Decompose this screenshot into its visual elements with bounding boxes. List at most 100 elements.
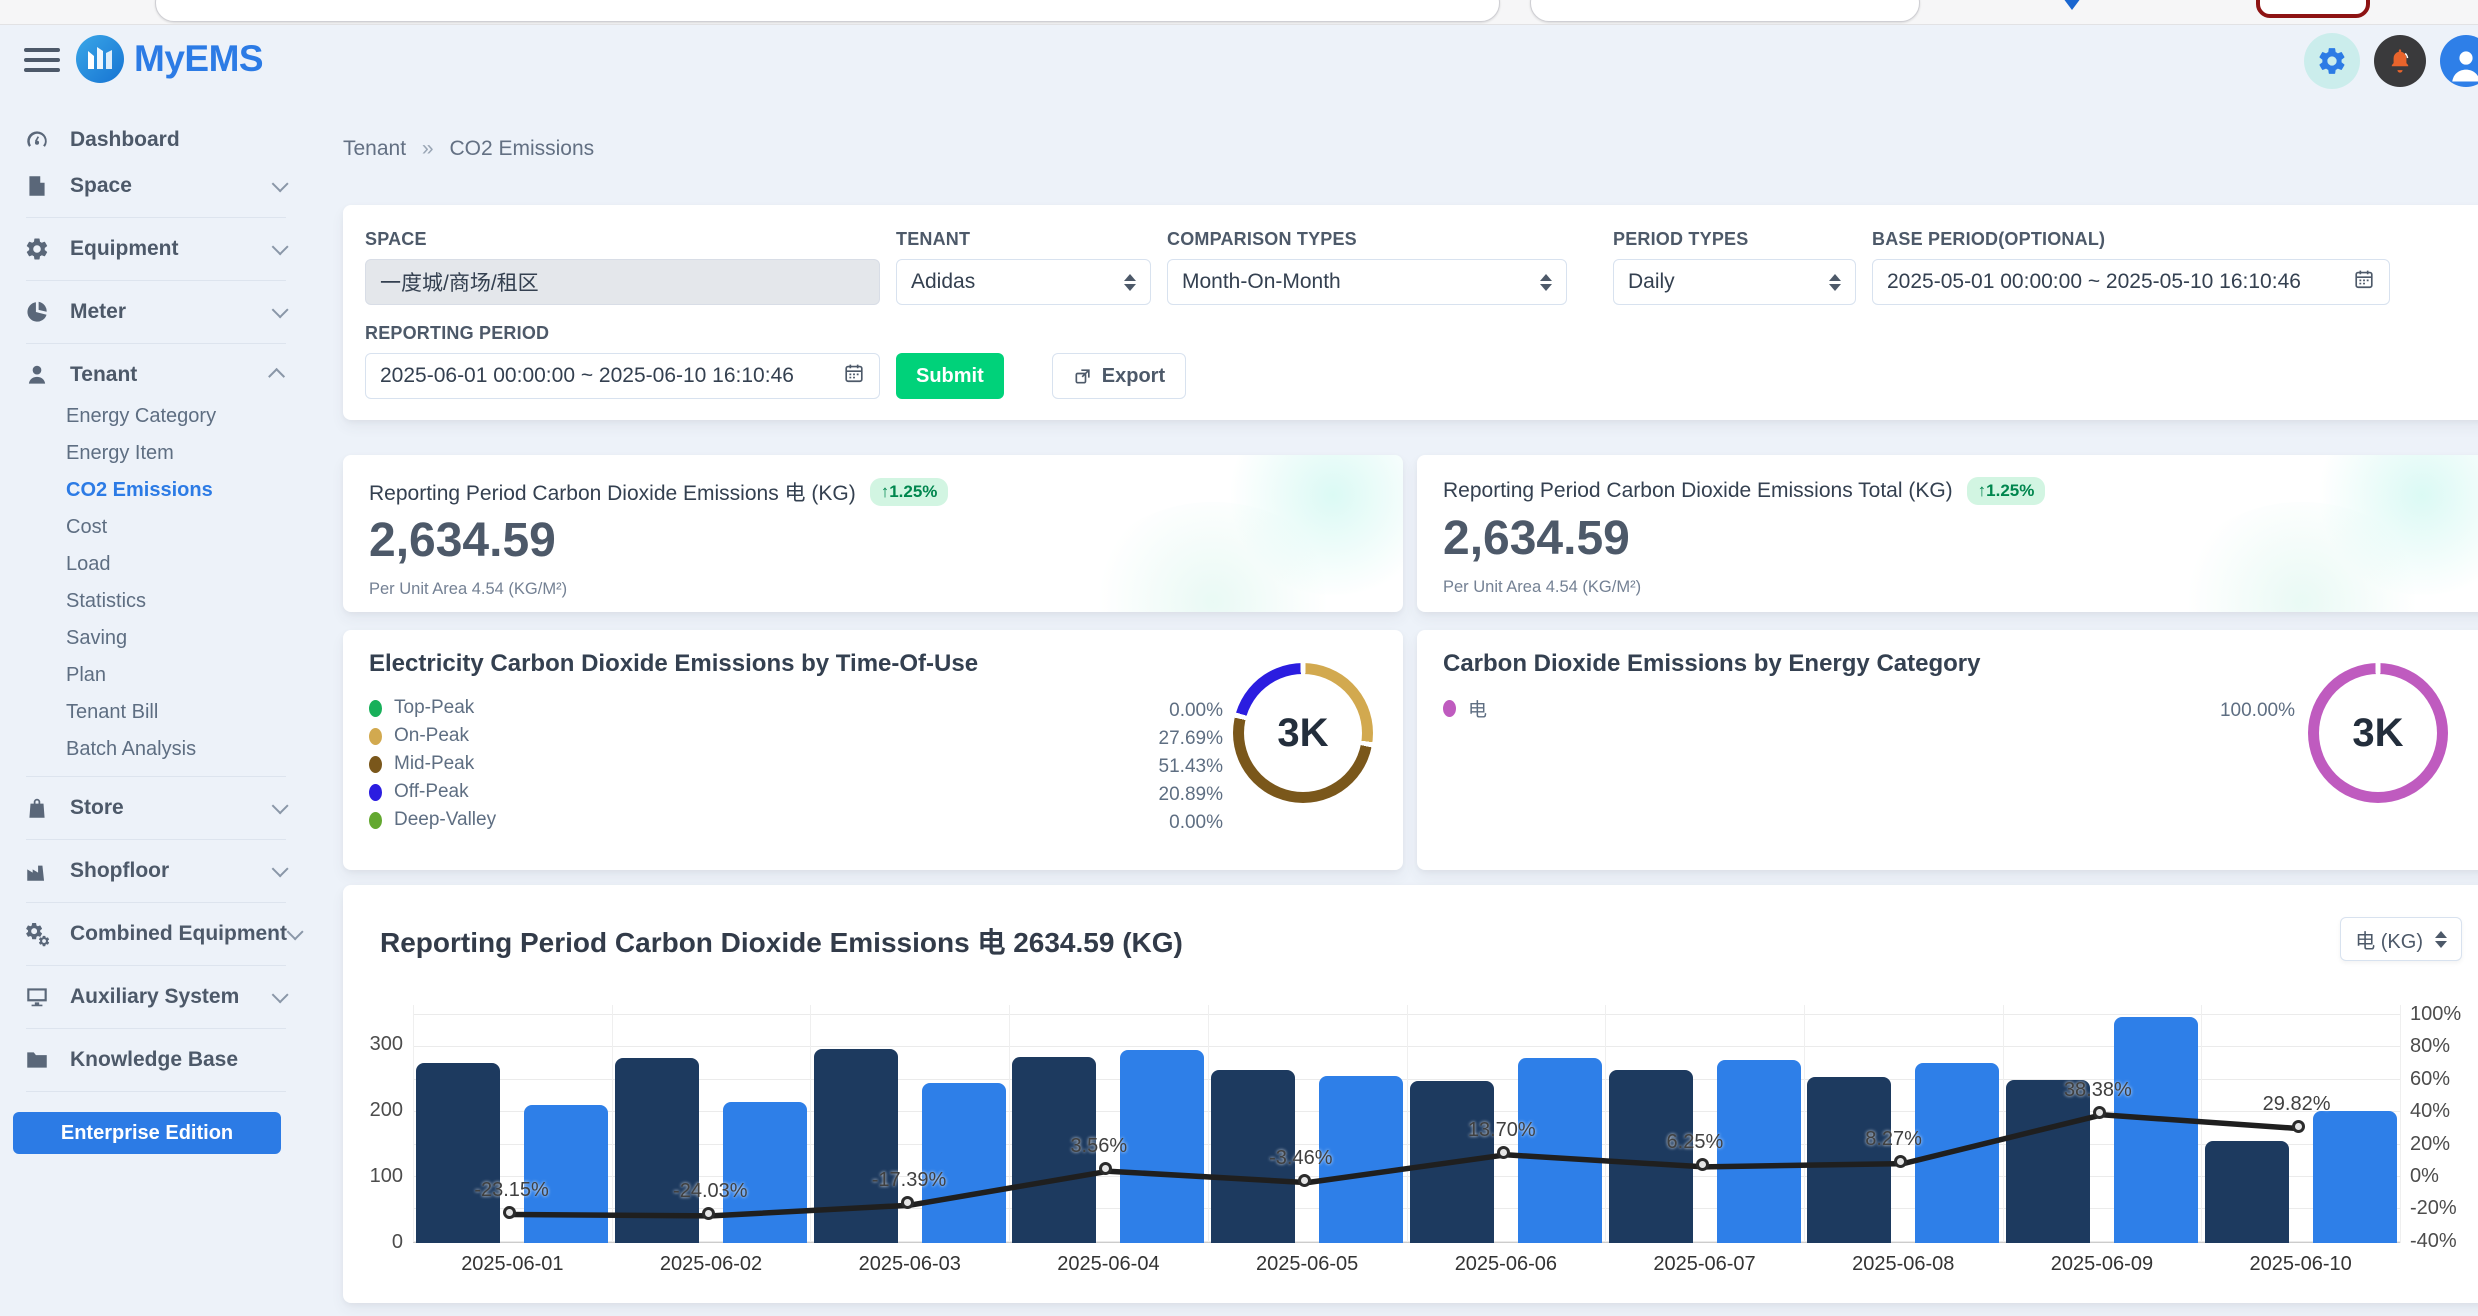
sidebar-divider — [26, 776, 286, 777]
period-types-select[interactable]: Daily — [1613, 259, 1856, 305]
brand-name: MyEMS — [134, 38, 263, 80]
sidebar-divider — [26, 1028, 286, 1029]
legend-percentage: 51.43% — [1103, 756, 1223, 778]
tou-card-title: Electricity Carbon Dioxide Emissions by … — [369, 650, 1377, 678]
right-axis-tick: -40% — [2410, 1230, 2478, 1253]
sidebar-item-combined-equipment[interactable]: Combined Equipment — [0, 911, 312, 957]
category-donut-center-label: 3K — [2308, 663, 2448, 803]
line-point-marker[interactable] — [901, 1196, 914, 1209]
browser-blue-icon[interactable] — [2060, 0, 2084, 10]
line-point-label: -3.46% — [1269, 1147, 1332, 1170]
base-period-input[interactable]: 2025-05-01 00:00:00 ~ 2025-05-10 16:10:4… — [1872, 259, 2390, 305]
sidebar-item-space[interactable]: Space — [0, 163, 312, 209]
tenant-select[interactable]: Adidas — [896, 259, 1151, 305]
tou-legend: Top-Peak On-PeakMid-PeakOff-PeakDeep-Vall… — [369, 694, 1377, 834]
hamburger-menu-icon[interactable] — [24, 48, 60, 74]
submit-button[interactable]: Submit — [896, 353, 1004, 399]
sidebar-subitem-load[interactable]: Load — [0, 546, 312, 583]
gears-icon — [24, 921, 54, 947]
line-point-marker[interactable] — [1298, 1174, 1311, 1187]
myems-logo-icon — [76, 35, 124, 83]
sidebar-item-label: Meter — [70, 300, 272, 324]
sidebar-item-label: Store — [70, 796, 272, 820]
legend-item[interactable]: Top-Peak — [369, 694, 1377, 722]
sidebar-item-tenant[interactable]: Tenant — [0, 352, 312, 398]
line-point-marker[interactable] — [1497, 1146, 1510, 1159]
bag-icon — [24, 795, 54, 821]
line-point-label: 13.70% — [1468, 1119, 1536, 1142]
legend-item[interactable]: Off-Peak — [369, 778, 1377, 806]
sidebar-item-meter[interactable]: Meter — [0, 289, 312, 335]
legend-label: Top-Peak — [394, 697, 474, 719]
right-axis-tick: 20% — [2410, 1133, 2478, 1156]
sidebar-subitem-tenant-bill[interactable]: Tenant Bill — [0, 694, 312, 731]
line-point-marker[interactable] — [2093, 1106, 2106, 1119]
sidebar-item-auxiliary-system[interactable]: Auxiliary System — [0, 974, 312, 1020]
sidebar-subitem-energy-item[interactable]: Energy Item — [0, 435, 312, 472]
sidebar-item-label: Tenant — [70, 363, 272, 387]
sidebar-item-dashboard[interactable]: Dashboard — [0, 117, 312, 163]
sidebar-subitem-saving[interactable]: Saving — [0, 620, 312, 657]
line-point-marker[interactable] — [2292, 1120, 2305, 1133]
breadcrumb-current: CO2 Emissions — [449, 137, 594, 160]
browser-address-bar[interactable] — [155, 0, 1500, 22]
brand[interactable]: MyEMS — [76, 35, 263, 83]
space-input[interactable]: 一度城/商场/租区 — [365, 259, 880, 305]
right-axis-tick: 100% — [2410, 1003, 2478, 1026]
sidebar-item-shopfloor[interactable]: Shopfloor — [0, 848, 312, 894]
notifications-button[interactable] — [2374, 35, 2426, 87]
sidebar-item-knowledge-base[interactable]: Knowledge Base — [0, 1037, 312, 1083]
line-point-label: 6.25% — [1667, 1131, 1724, 1154]
x-axis-label: 2025-06-03 — [810, 1253, 1009, 1276]
stat-card-title: Reporting Period Carbon Dioxide Emission… — [369, 477, 856, 507]
sidebar-item-equipment[interactable]: Equipment — [0, 226, 312, 272]
sidebar-subitem-plan[interactable]: Plan — [0, 657, 312, 694]
folder-icon — [24, 1047, 54, 1073]
legend-dot-icon — [369, 812, 382, 829]
legend-dot-icon — [369, 756, 382, 773]
sidebar-subitem-batch-analysis[interactable]: Batch Analysis — [0, 731, 312, 768]
breadcrumb-parent[interactable]: Tenant — [343, 137, 406, 160]
browser-secondary-field[interactable] — [1530, 0, 1920, 22]
sidebar-subitem-statistics[interactable]: Statistics — [0, 583, 312, 620]
line-point-marker[interactable] — [1696, 1158, 1709, 1171]
legend-label: 电 — [1468, 695, 1487, 722]
line-point-marker[interactable] — [503, 1206, 516, 1219]
sidebar-subitem-cost[interactable]: Cost — [0, 509, 312, 546]
stat-card-title: Reporting Period Carbon Dioxide Emission… — [1443, 479, 1953, 503]
export-button[interactable]: Export — [1052, 353, 1186, 399]
x-axis-label: 2025-06-01 — [413, 1253, 612, 1276]
enterprise-edition-button[interactable]: Enterprise Edition — [13, 1112, 281, 1154]
reporting-period-input[interactable]: 2025-06-01 00:00:00 ~ 2025-06-10 16:10:4… — [365, 353, 880, 399]
stat-card-total: Reporting Period Carbon Dioxide Emission… — [1417, 455, 2478, 612]
line-point-marker[interactable] — [702, 1207, 715, 1220]
legend-item[interactable]: Deep-Valley — [369, 806, 1377, 834]
x-axis-label: 2025-06-07 — [1605, 1253, 1804, 1276]
chevron-down-icon — [272, 175, 289, 192]
legend-dot-icon — [369, 700, 382, 717]
line-point-marker[interactable] — [1894, 1155, 1907, 1168]
sidebar-item-label: Knowledge Base — [70, 1048, 284, 1072]
tou-donut-card: Electricity Carbon Dioxide Emissions by … — [343, 630, 1403, 870]
legend-item[interactable]: Mid-Peak — [369, 750, 1377, 778]
increase-badge: ↑1.25% — [870, 478, 949, 506]
person-icon — [2444, 43, 2478, 87]
chevron-down-icon — [272, 860, 289, 877]
browser-highlighted-control[interactable] — [2256, 0, 2370, 18]
filter-panel: SPACE 一度城/商场/租区 TENANT Adidas COMPARISON… — [343, 205, 2478, 420]
reporting-period-value: 2025-06-01 00:00:00 ~ 2025-06-10 16:10:4… — [380, 364, 794, 388]
sidebar-subitem-energy-category[interactable]: Energy Category — [0, 398, 312, 435]
comparison-select[interactable]: Month-On-Month — [1167, 259, 1567, 305]
legend-dot-icon — [1443, 700, 1456, 717]
gauge-icon — [24, 127, 54, 153]
right-axis-tick: 40% — [2410, 1100, 2478, 1123]
legend-item[interactable]: On-Peak — [369, 722, 1377, 750]
sidebar-subitem-co2-emissions[interactable]: CO2 Emissions — [0, 472, 312, 509]
user-avatar[interactable] — [2440, 35, 2478, 87]
settings-button[interactable] — [2304, 33, 2360, 89]
chart-unit-select[interactable]: 电 (KG) — [2340, 917, 2462, 961]
legend-percentage: 0.00% — [1103, 812, 1223, 834]
sidebar-item-store[interactable]: Store — [0, 785, 312, 831]
updown-arrows-icon — [1540, 274, 1552, 291]
user-icon — [24, 362, 54, 388]
